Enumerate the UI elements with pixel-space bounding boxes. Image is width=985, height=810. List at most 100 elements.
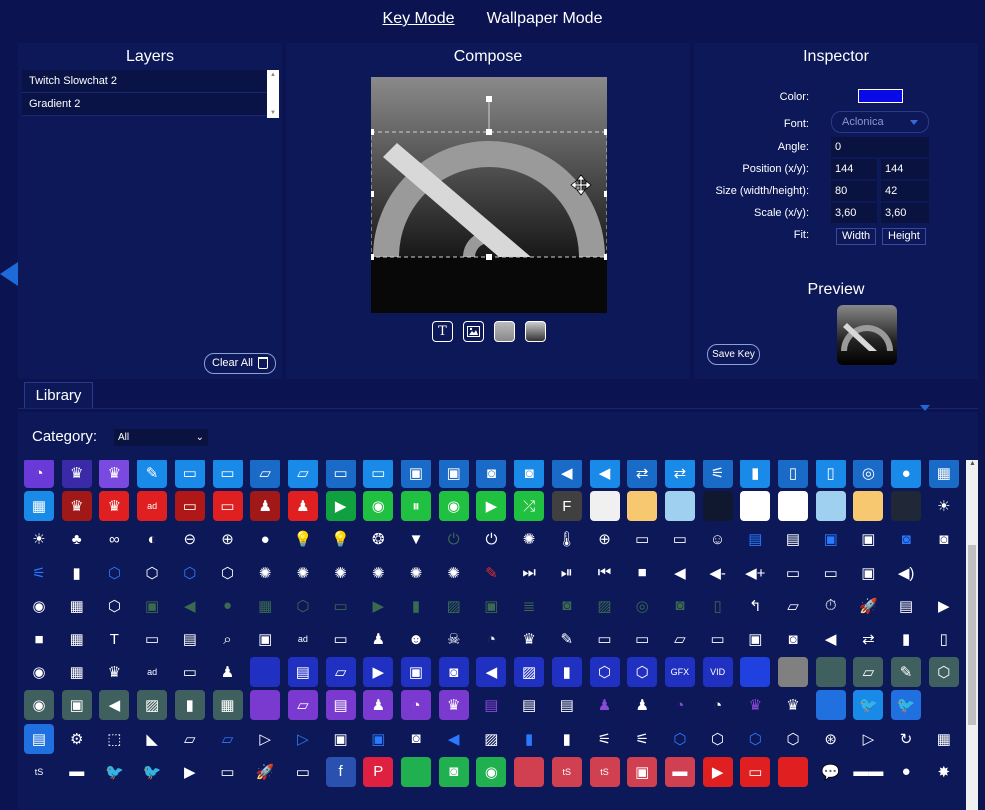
hex-icon[interactable]: ⬡ [703, 724, 733, 754]
refresh-icon[interactable]: ↻ [891, 724, 921, 754]
blank-icon[interactable] [778, 491, 808, 522]
folder-icon[interactable]: ▱ [175, 724, 205, 754]
chat-icon[interactable]: ▭ [326, 591, 356, 621]
hex-icon[interactable]: ⬡ [740, 724, 770, 754]
edit-icon[interactable]: ✎ [552, 624, 582, 654]
solid-fill-tool-icon[interactable] [494, 321, 515, 342]
speedometer-icon[interactable]: ◔ [665, 690, 695, 720]
chat-icon[interactable]: ▭ [740, 756, 771, 787]
hex-icon[interactable]: ⬡ [589, 657, 620, 688]
thermo-icon[interactable]: 🌡 [552, 524, 582, 554]
twitter-icon[interactable]: 🐦 [137, 757, 167, 787]
timer-icon[interactable]: ⏱ [816, 591, 846, 621]
hex-icon[interactable]: ⬡ [288, 591, 318, 621]
follow-icon[interactable]: F [551, 491, 582, 522]
chat-icon[interactable]: ▭ [816, 558, 846, 588]
camera-icon[interactable]: ◙ [552, 591, 582, 621]
chat-icon[interactable]: ▭ [325, 460, 356, 488]
remote-icon[interactable]: ▯ [815, 460, 846, 488]
remote-icon[interactable]: ▯ [929, 624, 959, 654]
bag-icon[interactable]: ▣ [816, 524, 846, 554]
rocket-icon[interactable]: 🚀 [853, 591, 883, 621]
play-icon[interactable]: ▶ [363, 591, 393, 621]
vol-plus-icon[interactable]: ◀+ [740, 558, 770, 588]
hex-icon[interactable]: ⬡ [99, 558, 129, 588]
hex-icon[interactable]: ⬡ [175, 558, 205, 588]
pinterest-icon[interactable]: P [363, 756, 394, 787]
twitch-icon[interactable]: ▤ [552, 690, 582, 720]
scale-y-field[interactable]: 3,60 [881, 203, 929, 223]
bag-icon[interactable]: ▣ [438, 460, 469, 488]
prev-icon[interactable]: ⏮ [590, 558, 620, 588]
stop-icon[interactable]: ■ [627, 558, 657, 588]
vol-icon[interactable]: ◀ [816, 624, 846, 654]
chat-icon[interactable]: ▭ [174, 460, 205, 488]
blank-icon[interactable] [778, 657, 808, 688]
crown-icon[interactable]: ♛ [778, 690, 808, 720]
play-icon[interactable]: ▷ [288, 724, 318, 754]
image-icon[interactable]: ▨ [476, 724, 506, 754]
twitch-icon[interactable]: ▤ [325, 690, 356, 721]
ad-icon[interactable]: ad [137, 491, 168, 522]
list-icon[interactable]: ≣ [514, 591, 544, 621]
sun-icon[interactable]: ✺ [514, 524, 544, 554]
person-icon[interactable]: ♟ [363, 624, 393, 654]
image-icon[interactable]: ▨ [137, 690, 168, 721]
position-y-field[interactable]: 144 [881, 159, 929, 179]
angle-field[interactable]: 0 [831, 137, 929, 157]
play-icon[interactable]: ▶ [325, 491, 356, 522]
battery-icon[interactable]: ▭ [665, 524, 695, 554]
circle-icon[interactable]: ● [213, 591, 243, 621]
person-icon[interactable]: ♟ [213, 657, 243, 687]
skip-icon[interactable]: ⏭ [514, 558, 544, 588]
playpause-icon[interactable]: ⏯ [552, 558, 582, 588]
bomb-icon[interactable]: ● [891, 757, 921, 787]
bag-icon[interactable]: ▣ [627, 756, 658, 787]
compose-canvas[interactable] [371, 77, 607, 313]
blank-icon[interactable] [815, 690, 846, 721]
battery-icon[interactable]: ▭ [627, 524, 657, 554]
vol-icon[interactable]: ◀ [665, 558, 695, 588]
folder-icon[interactable]: ▱ [853, 657, 884, 688]
mic-icon[interactable]: ▮ [551, 657, 582, 688]
play-icon[interactable]: ▶ [363, 657, 394, 688]
record-icon[interactable]: ◉ [24, 690, 54, 721]
position-x-field[interactable]: 144 [831, 159, 877, 179]
camera-icon[interactable]: ◙ [476, 460, 507, 488]
crown-icon[interactable]: ♛ [99, 460, 130, 488]
person-icon[interactable]: ♟ [250, 491, 281, 522]
twitter-icon[interactable]: 🐦 [99, 757, 129, 787]
bag-icon[interactable]: ▣ [476, 591, 506, 621]
blank-icon[interactable] [664, 491, 695, 522]
key-mode-tab[interactable]: Key Mode [383, 10, 455, 28]
chat-icon[interactable]: ▭ [627, 624, 657, 654]
vol-icon[interactable]: ◀ [175, 591, 205, 621]
fit-width-button[interactable]: Width [836, 228, 877, 245]
vol-icon[interactable]: ◀ [476, 657, 507, 688]
folder-icon[interactable]: ▱ [778, 591, 808, 621]
mic-icon[interactable]: ▮ [740, 460, 771, 488]
blank-icon[interactable] [815, 657, 846, 688]
gfx-icon[interactable]: GFX [664, 657, 695, 688]
blank-icon[interactable] [250, 657, 281, 688]
browser-icon[interactable]: ▣ [250, 624, 280, 654]
chat-icon[interactable]: ▭ [212, 460, 243, 488]
blank-icon[interactable] [891, 491, 922, 522]
bag-icon[interactable]: ▣ [401, 657, 431, 688]
collapse-left-arrow-icon[interactable] [0, 262, 18, 286]
sun-icon[interactable]: ✺ [250, 558, 280, 588]
circle-icon[interactable]: ● [891, 460, 922, 488]
chat-icon[interactable]: ▭ [213, 757, 243, 787]
camera-icon[interactable]: ◙ [401, 724, 431, 754]
bag-icon[interactable]: ▣ [740, 624, 770, 654]
target-icon[interactable]: ◉ [363, 491, 394, 522]
blank-icon[interactable] [778, 756, 808, 787]
ts-icon[interactable]: tS [551, 756, 582, 787]
hex-icon[interactable]: ⬡ [627, 657, 658, 688]
sun-icon[interactable]: ✺ [363, 558, 393, 588]
scrollbar-thumb[interactable] [968, 545, 976, 725]
camera-icon[interactable]: ◙ [665, 591, 695, 621]
globe-icon[interactable]: ⊕ [590, 524, 620, 554]
mic-off-icon[interactable]: ⚟ [702, 460, 733, 488]
twitch-icon[interactable]: ▤ [476, 690, 506, 720]
